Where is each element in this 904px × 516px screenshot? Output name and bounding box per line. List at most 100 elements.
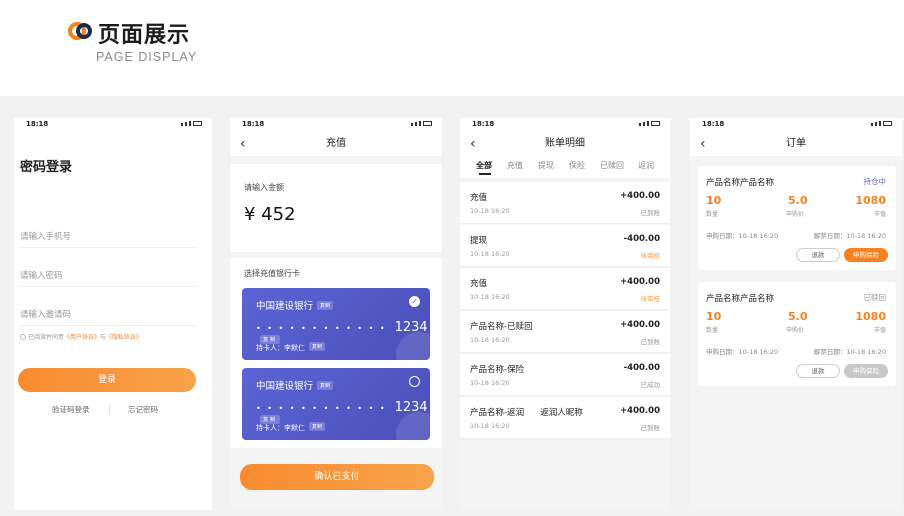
- buy-insurance-button-disabled[interactable]: 申购保险: [844, 364, 888, 378]
- order-status: 持仓中: [863, 177, 887, 186]
- bill-name: 充值: [470, 193, 488, 203]
- bill-amount: +400.00: [620, 320, 660, 330]
- market-label: 市值: [873, 327, 886, 334]
- refund-button[interactable]: 退款: [796, 248, 840, 262]
- amount-card: 请输入金额 ¥ 452: [230, 164, 442, 252]
- bank-card[interactable]: 中国建设银行 复制 • • • • • • • • • • • • 1234 复制 持…: [242, 288, 430, 360]
- signal-battery-icon: [639, 121, 660, 126]
- recharge-screen: 18:18 ‹ 充值 请输入金额 ¥ 452 选择充值银行卡 中国建设银行 复制 …: [230, 118, 442, 510]
- bill-status: 已到账: [640, 338, 661, 346]
- card-last4: 1234: [394, 320, 428, 335]
- bill-row[interactable]: 产品名称-已赎回 10-18 16:20 +400.00 已到账: [460, 311, 670, 353]
- bank-list-label: 选择充值银行卡: [244, 269, 300, 278]
- password-input[interactable]: 请输入密码: [20, 269, 196, 287]
- privacy-agreement-link[interactable]: 《隐私协议》: [106, 334, 142, 341]
- bill-date: 10-18 16:20: [470, 250, 510, 258]
- signal-battery-icon: [871, 121, 892, 126]
- bill-row[interactable]: 提现 10-18 16:20 -400.00 待审核: [460, 225, 670, 267]
- tab-recharge[interactable]: 充值: [507, 160, 523, 171]
- bill-amount: +400.00: [620, 406, 660, 416]
- agreement-row: 已阅读并同意《用户协议》与《隐私协议》: [20, 332, 142, 341]
- status-time: 18:18: [242, 120, 265, 128]
- order-card[interactable]: 产品名称产品名称 已赎回 10 数量 5.0 申购价 1080 市值 申购日期：…: [698, 282, 896, 386]
- bill-date: 10-18 16:20: [470, 336, 510, 344]
- bill-amount: +400.00: [620, 191, 660, 201]
- price-label: 申购价: [786, 327, 805, 334]
- order-dates: 申购日期：10-18 16:20 解禁日期：10-18 16:20: [706, 346, 886, 356]
- order-price: 5.0: [788, 194, 808, 207]
- status-bar: 18:18: [460, 118, 670, 132]
- invite-code-input[interactable]: 请输入邀请码: [20, 308, 196, 326]
- order-market-value: 1080: [855, 310, 886, 323]
- back-arrow-icon[interactable]: ‹: [470, 132, 476, 156]
- brand-logo-icon: [68, 22, 92, 42]
- bill-row[interactable]: 产品名称-返润 返润人昵称 10-18 16:20 +400.00 已到账: [460, 397, 670, 439]
- showcase-stage: 18:18 密码登录 请输入手机号 请输入密码 请输入邀请码 已阅读并同意《用户…: [0, 96, 904, 516]
- bank-card[interactable]: 中国建设银行 复制 • • • • • • • • • • • • 1234 复制 持…: [242, 368, 430, 440]
- card-mask: • • • • • • • • • • • •: [256, 324, 387, 333]
- tab-redeemed[interactable]: 已赎回: [600, 160, 624, 171]
- bill-date: 10-18 16:20: [470, 207, 510, 215]
- buy-insurance-button[interactable]: 申购保险: [844, 248, 888, 262]
- back-arrow-icon[interactable]: ‹: [240, 132, 246, 156]
- bill-status: 已成功: [640, 381, 661, 389]
- user-agreement-link[interactable]: 《用户协议》: [64, 334, 100, 341]
- qty-label: 数量: [706, 327, 719, 334]
- sms-login-link[interactable]: 验证码登录: [52, 404, 90, 415]
- qty-label: 数量: [706, 211, 719, 218]
- copy-tag[interactable]: 复制: [309, 342, 326, 351]
- order-market-value: 1080: [855, 194, 886, 207]
- bill-name: 产品名称-已赎回: [470, 322, 533, 332]
- amount-value[interactable]: ¥ 452: [244, 204, 296, 225]
- tab-rebate[interactable]: 返润: [638, 160, 654, 171]
- copy-tag[interactable]: 复制: [317, 301, 334, 310]
- order-navbar: ‹ 订单: [690, 132, 902, 156]
- bill-status: 已到账: [640, 209, 661, 217]
- agree-text: 已阅读并同意: [28, 334, 65, 341]
- check-selected-icon[interactable]: ✓: [409, 296, 420, 307]
- bill-amount: +400.00: [620, 277, 660, 287]
- bill-row[interactable]: 产品名称-保险 10-18 16:20 -400.00 已成功: [460, 354, 670, 396]
- card-mask: • • • • • • • • • • • •: [256, 404, 387, 413]
- order-price: 5.0: [788, 310, 808, 323]
- forgot-password-link[interactable]: 忘记密码: [128, 404, 158, 415]
- unlock-date: 解禁日期：10-18 16:20: [813, 232, 886, 240]
- product-name: 产品名称产品名称: [706, 178, 775, 188]
- recharge-navbar: ‹ 充值: [230, 132, 442, 156]
- signal-battery-icon: [181, 121, 202, 126]
- bill-row[interactable]: 充值 10-18 16:20 +400.00 已到账: [460, 182, 670, 224]
- copy-tag[interactable]: 复制: [309, 422, 326, 431]
- tab-withdraw[interactable]: 提现: [538, 160, 554, 171]
- bill-row[interactable]: 充值 10-18 16:20 +400.00 待审核: [460, 268, 670, 310]
- phone-input[interactable]: 请输入手机号: [20, 230, 196, 248]
- agree-checkbox[interactable]: [20, 334, 26, 340]
- bill-tabs: 全部 充值 提现 保险 已赎回 返润: [460, 156, 670, 178]
- refund-button[interactable]: 退款: [796, 364, 840, 378]
- sublinks-divider: [109, 405, 110, 413]
- unlock-date: 解禁日期：10-18 16:20: [813, 348, 886, 356]
- login-title: 密码登录: [20, 160, 73, 175]
- bill-date: 10-18 16:20: [470, 379, 510, 387]
- bill-status: 待审核: [640, 295, 661, 303]
- bank-name: 中国建设银行: [256, 301, 314, 312]
- bill-navbar: ‹ 账单明细: [460, 132, 670, 156]
- nav-title: 账单明细: [545, 138, 585, 149]
- order-card[interactable]: 产品名称产品名称 持仓中 10 数量 5.0 申购价 1080 市值 申购日期：…: [698, 166, 896, 270]
- buy-date: 申购日期：10-18 16:20: [706, 232, 779, 240]
- tab-all[interactable]: 全部: [476, 160, 492, 175]
- back-arrow-icon[interactable]: ‹: [700, 132, 706, 156]
- card-last4: 1234: [394, 400, 428, 415]
- bank-name: 中国建设银行: [256, 381, 314, 392]
- signal-battery-icon: [411, 121, 432, 126]
- bill-date: 10-18 16:20: [470, 293, 510, 301]
- status-bar: 18:18: [690, 118, 902, 132]
- login-button[interactable]: 登录: [18, 368, 196, 392]
- order-screen: 18:18 ‹ 订单 产品名称产品名称 持仓中 10 数量 5.0 申购价 10…: [690, 118, 902, 510]
- confirm-paid-button[interactable]: 确认已支付: [240, 464, 434, 490]
- tab-insurance[interactable]: 保险: [569, 160, 585, 171]
- copy-tag[interactable]: 复制: [317, 381, 334, 390]
- amount-label: 请输入金额: [244, 183, 284, 192]
- radio-unselected-icon[interactable]: [409, 376, 420, 387]
- status-time: 18:18: [26, 120, 49, 128]
- status-bar: 18:18: [230, 118, 442, 132]
